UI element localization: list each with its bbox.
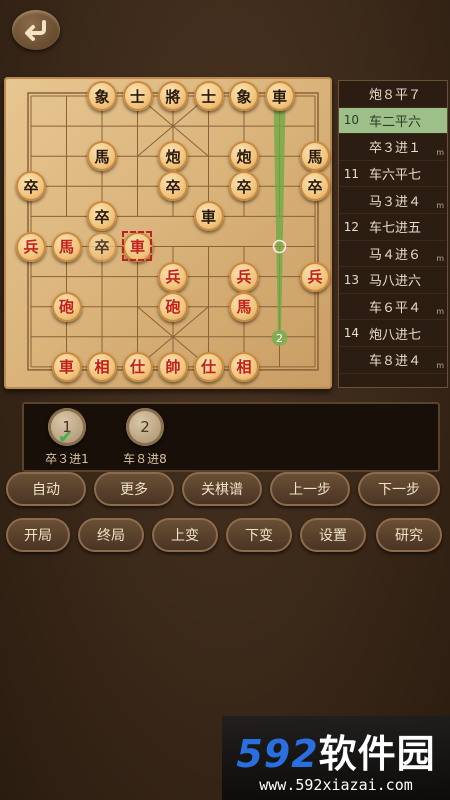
move-number: 11 xyxy=(343,166,359,181)
watermark-logo: 592软件园 xyxy=(236,723,435,778)
next-step-button[interactable]: 下一步 xyxy=(358,472,440,506)
move-text: 车６平４ xyxy=(369,301,422,317)
move-row[interactable]: 卒３进１ m xyxy=(339,134,447,161)
piece-red[interactable]: 砲 xyxy=(158,291,188,322)
variation-number: 2 xyxy=(140,418,150,436)
move-tag: m xyxy=(436,360,444,370)
variation-panel: 1 ✔ 卒３进1 2 车８进8 xyxy=(22,402,440,472)
piece-red[interactable]: 相 xyxy=(229,351,259,382)
piece-black[interactable]: 炮 xyxy=(229,141,259,172)
piece-black[interactable]: 士 xyxy=(193,81,224,111)
move-text: 马４进６ xyxy=(369,247,422,263)
move-tag: m xyxy=(436,254,444,264)
move-number: 12 xyxy=(343,219,359,234)
move-text: 车七进五 xyxy=(369,221,422,237)
opening-button[interactable]: 开局 xyxy=(6,518,70,552)
variation-label: 车８进8 xyxy=(123,452,167,466)
move-row[interactable]: 马３进４ m xyxy=(339,187,447,214)
piece-black[interactable]: 卒 xyxy=(87,201,117,232)
piece-black[interactable]: 卒 xyxy=(300,171,330,202)
piece-red[interactable]: 帥 xyxy=(158,351,188,382)
move-row[interactable]: … xyxy=(339,374,447,388)
piece-black[interactable]: 炮 xyxy=(158,141,188,172)
move-text: 车８进４ xyxy=(369,354,422,370)
move-row[interactable]: 11 车六平七 xyxy=(339,161,447,188)
watermark: 592软件园 www.592xiazai.com xyxy=(222,716,450,800)
check-icon: ✔ xyxy=(58,427,74,448)
piece-black[interactable]: 將 xyxy=(158,81,188,111)
move-list[interactable]: 炮８平７ 10 车二平六卒３进１ m 11 车六平七马３进４ m 12 车七进五马４进６ m 13 马… xyxy=(338,80,448,388)
piece-red[interactable]: 兵 xyxy=(16,231,46,262)
piece-red[interactable]: 兵 xyxy=(158,261,188,292)
watermark-logo-text: 软件园 xyxy=(318,731,436,776)
variation-circle: 1 ✔ xyxy=(48,408,86,448)
piece-black[interactable]: 象 xyxy=(87,81,117,111)
close-record-button[interactable]: 关棋谱 xyxy=(182,472,262,506)
move-text: 车六平七 xyxy=(369,168,422,184)
piece-black[interactable]: 卒 xyxy=(229,171,259,202)
piece-red[interactable]: 馬 xyxy=(229,291,259,322)
arrow-label: 2 xyxy=(276,332,283,345)
move-tag: m xyxy=(436,147,444,157)
move-text: 炮八进七 xyxy=(369,327,422,343)
piece-black[interactable]: 馬 xyxy=(300,141,330,172)
move-text: 卒３进１ xyxy=(369,141,422,157)
piece-black[interactable]: 象 xyxy=(229,81,259,111)
piece-black[interactable]: 士 xyxy=(122,81,153,111)
move-number: 14 xyxy=(343,326,359,341)
selection-marker xyxy=(121,230,152,261)
piece-black[interactable]: 卒 xyxy=(158,171,188,202)
piece-red[interactable]: 馬 xyxy=(51,231,82,262)
piece-red[interactable]: 兵 xyxy=(229,261,259,292)
move-row[interactable]: 车６平４ m xyxy=(339,294,447,321)
board-grid: 2 xyxy=(27,92,319,371)
piece-red[interactable]: 相 xyxy=(87,351,117,382)
move-arrow xyxy=(273,102,286,335)
piece-red[interactable]: 仕 xyxy=(122,351,153,382)
watermark-logo-number: 592 xyxy=(236,731,319,776)
piece-red[interactable]: 仕 xyxy=(193,351,224,382)
variation-item-1[interactable]: 1 ✔ 卒３进1 xyxy=(32,408,102,467)
settings-button[interactable]: 设置 xyxy=(300,518,366,552)
prev-step-button[interactable]: 上一步 xyxy=(270,472,350,506)
piece-red[interactable]: 車 xyxy=(51,351,82,382)
move-row[interactable]: 马４进６ m xyxy=(339,241,447,268)
move-tag: m xyxy=(436,200,444,210)
move-row[interactable]: 14 炮八进七 xyxy=(339,320,447,347)
piece-black[interactable]: 卒 xyxy=(87,231,117,262)
move-row[interactable]: 13 马八进六 xyxy=(339,267,447,294)
move-number: 10 xyxy=(343,113,359,128)
move-row[interactable]: 12 车七进五 xyxy=(339,214,447,241)
move-text: 马３进４ xyxy=(369,194,422,210)
next-variation-button[interactable]: 下变 xyxy=(226,518,292,552)
prev-variation-button[interactable]: 上变 xyxy=(152,518,218,552)
move-text: … xyxy=(369,378,382,388)
move-text: 炮８平７ xyxy=(369,88,422,104)
piece-red[interactable]: 砲 xyxy=(51,291,82,322)
move-text: 马八进六 xyxy=(369,274,422,290)
variation-item-2[interactable]: 2 车８进8 xyxy=(110,408,180,467)
research-button[interactable]: 研究 xyxy=(376,518,442,552)
move-row[interactable]: 车８进４ m xyxy=(339,347,447,374)
more-button[interactable]: 更多 xyxy=(94,472,174,506)
watermark-url: www.592xiazai.com xyxy=(259,775,413,794)
back-button[interactable] xyxy=(12,10,60,50)
back-arrow-icon xyxy=(25,20,46,41)
piece-red[interactable]: 兵 xyxy=(300,261,330,292)
move-row[interactable]: 10 车二平六 xyxy=(339,107,447,135)
variation-label: 卒３进1 xyxy=(45,452,89,466)
move-tag: m xyxy=(436,307,444,317)
endgame-button[interactable]: 终局 xyxy=(78,518,144,552)
chess-board[interactable]: 2 象士將士象車馬炮炮馬卒卒卒卒卒車卒兵馬車兵兵兵砲砲馬車相仕帥仕相 xyxy=(4,77,332,389)
piece-black[interactable]: 卒 xyxy=(16,171,46,202)
piece-black[interactable]: 車 xyxy=(264,81,295,111)
auto-button[interactable]: 自动 xyxy=(6,472,86,506)
piece-black[interactable]: 車 xyxy=(193,201,224,232)
variation-circle: 2 xyxy=(126,408,164,446)
move-number: 13 xyxy=(343,272,359,287)
piece-black[interactable]: 馬 xyxy=(87,141,117,172)
move-row[interactable]: 炮８平７ xyxy=(339,81,447,108)
move-text: 车二平六 xyxy=(369,114,422,130)
